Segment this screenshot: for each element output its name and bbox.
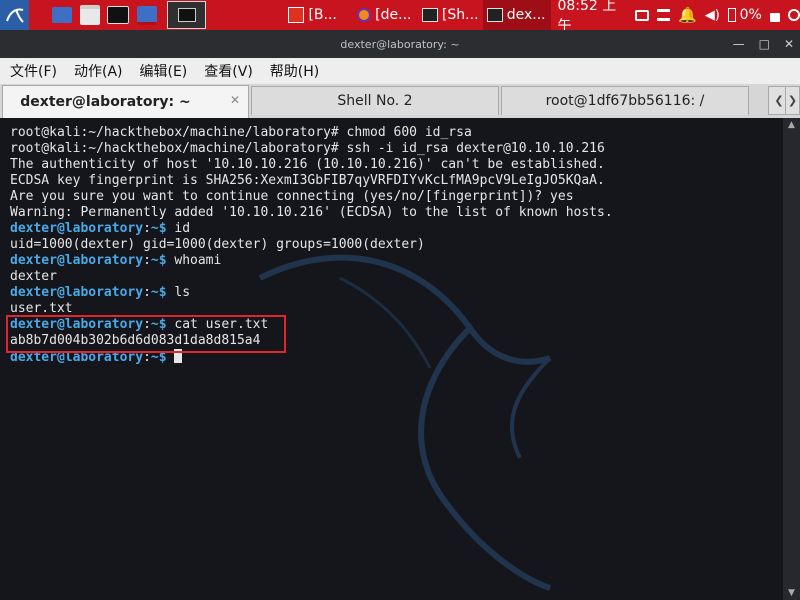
screen-launcher-button[interactable] — [133, 0, 161, 30]
prompt-path: ~$ — [150, 253, 167, 268]
prompt-command: id — [166, 221, 191, 236]
kali-menu-button[interactable] — [0, 0, 30, 30]
terminal-output-line: root@kali:~/hackthebox/machine/laborator… — [10, 125, 472, 140]
menu-bar: 文件(F) 动作(A) 编辑(E) 查看(V) 帮助(H) — [0, 58, 800, 84]
prompt-path: ~$ — [150, 221, 167, 236]
tab-label: dexter@laboratory: ~ — [20, 94, 191, 110]
window-title: dexter@laboratory: ~ — [340, 37, 460, 51]
prompt-user: dexter@laboratory — [10, 285, 144, 300]
menu-file[interactable]: 文件(F) — [0, 61, 64, 81]
kali-dragon-icon — [5, 8, 24, 23]
terminal-output-line: Warning: Permanently added '10.10.10.216… — [10, 205, 613, 220]
prompt-user: dexter@laboratory — [10, 253, 144, 268]
task-file-manager[interactable]: [B... — [284, 0, 353, 30]
maximize-icon[interactable]: □ — [759, 37, 770, 51]
scroll-up-icon[interactable]: ▲ — [783, 118, 800, 132]
top-panel: [B... [de... [Sh... dex... 08:52 上午 🔔 ◀)… — [0, 0, 800, 34]
terminal-icon — [421, 8, 438, 22]
folder-icon — [79, 5, 100, 25]
terminal-icon — [107, 6, 130, 24]
network-icon[interactable] — [656, 9, 671, 21]
task-label: [B... — [308, 7, 337, 23]
tab-close-icon[interactable]: ✕ — [230, 93, 240, 107]
close-icon[interactable]: ✕ — [784, 37, 794, 51]
monitor-icon — [136, 5, 157, 25]
tab-label: root@1df67bb56116: / — [545, 93, 705, 109]
display-icon[interactable] — [635, 9, 649, 21]
terminal-output-line: Are you sure you want to continue connec… — [10, 189, 574, 204]
menu-edit[interactable]: 编辑(E) — [130, 61, 195, 81]
window-titlebar[interactable]: dexter@laboratory: ~ — □ ✕ — [0, 30, 800, 58]
menu-action[interactable]: 动作(A) — [64, 61, 130, 81]
notification-bell-icon[interactable]: 🔔 — [678, 6, 697, 24]
prompt-separator: : — [143, 253, 151, 268]
kali-dragon-watermark-icon — [258, 254, 552, 591]
battery-percent: 0% — [739, 7, 762, 23]
volume-icon[interactable]: ◀) — [705, 8, 720, 23]
menu-view[interactable]: 查看(V) — [194, 61, 260, 81]
workspace-preview-icon — [177, 8, 196, 22]
terminal-scrollbar[interactable]: ▲ ▼ — [783, 118, 800, 600]
flag-highlight-box — [6, 315, 286, 353]
prompt-path: ~$ — [150, 285, 167, 300]
desktop-icon — [51, 7, 72, 23]
terminal-prompt-line: dexter@laboratory:~$ whoami — [10, 253, 221, 269]
terminal-icon — [486, 8, 503, 22]
scroll-down-icon[interactable]: ▼ — [783, 586, 800, 600]
show-desktop-button[interactable] — [47, 0, 75, 30]
task-label: [Sh... — [441, 7, 479, 23]
tab-root-container[interactable]: root@1df67bb56116: / — [501, 86, 749, 115]
terminal-prompt-line: dexter@laboratory:~$ ls — [10, 285, 190, 301]
terminal-output-line: ECDSA key fingerprint is SHA256:XexmI3Gb… — [10, 173, 605, 188]
prompt-command: whoami — [166, 253, 222, 268]
tab-scroll-right-button[interactable]: ❯ — [785, 86, 800, 115]
terminal-view[interactable]: root@kali:~/hackthebox/machine/laborator… — [0, 118, 783, 600]
folder-red-icon — [288, 7, 305, 23]
lock-screen-icon[interactable] — [769, 12, 781, 22]
task-shell[interactable]: [Sh... — [418, 0, 483, 30]
chevron-right-icon: ❯ — [787, 94, 798, 107]
tab-dexter[interactable]: dexter@laboratory: ~ ✕ — [2, 85, 249, 118]
prompt-separator: : — [143, 221, 151, 236]
file-manager-button[interactable] — [76, 0, 104, 30]
tab-shell-2[interactable]: Shell No. 2 — [251, 86, 499, 115]
terminal-prompt-line: dexter@laboratory:~$ id — [10, 221, 190, 237]
prompt-command: ls — [166, 285, 191, 300]
workspace-switcher[interactable] — [166, 1, 207, 29]
power-icon[interactable] — [788, 9, 800, 21]
task-dexter-terminal[interactable]: dex... — [482, 0, 552, 30]
prompt-separator: : — [143, 285, 151, 300]
prompt-user: dexter@laboratory — [10, 221, 144, 236]
terminal-output-line: uid=1000(dexter) gid=1000(dexter) groups… — [10, 237, 425, 252]
task-label: [de... — [375, 7, 412, 23]
terminal-output-line: dexter — [10, 269, 57, 284]
tab-label: Shell No. 2 — [337, 93, 413, 109]
chevron-left-icon: ❮ — [774, 94, 784, 107]
terminal-launcher-button[interactable] — [104, 0, 132, 30]
task-label: dex... — [506, 7, 546, 23]
tab-bar: dexter@laboratory: ~ ✕ Shell No. 2 root@… — [0, 84, 800, 119]
task-firefox[interactable]: [de... — [353, 0, 418, 30]
firefox-icon — [357, 8, 372, 22]
minimize-icon[interactable]: — — [733, 37, 745, 51]
menu-help[interactable]: 帮助(H) — [260, 61, 326, 81]
battery-icon — [727, 8, 736, 22]
terminal-output-line: The authenticity of host '10.10.10.216 (… — [10, 157, 605, 172]
terminal-output-line: root@kali:~/hackthebox/machine/laborator… — [10, 141, 605, 156]
